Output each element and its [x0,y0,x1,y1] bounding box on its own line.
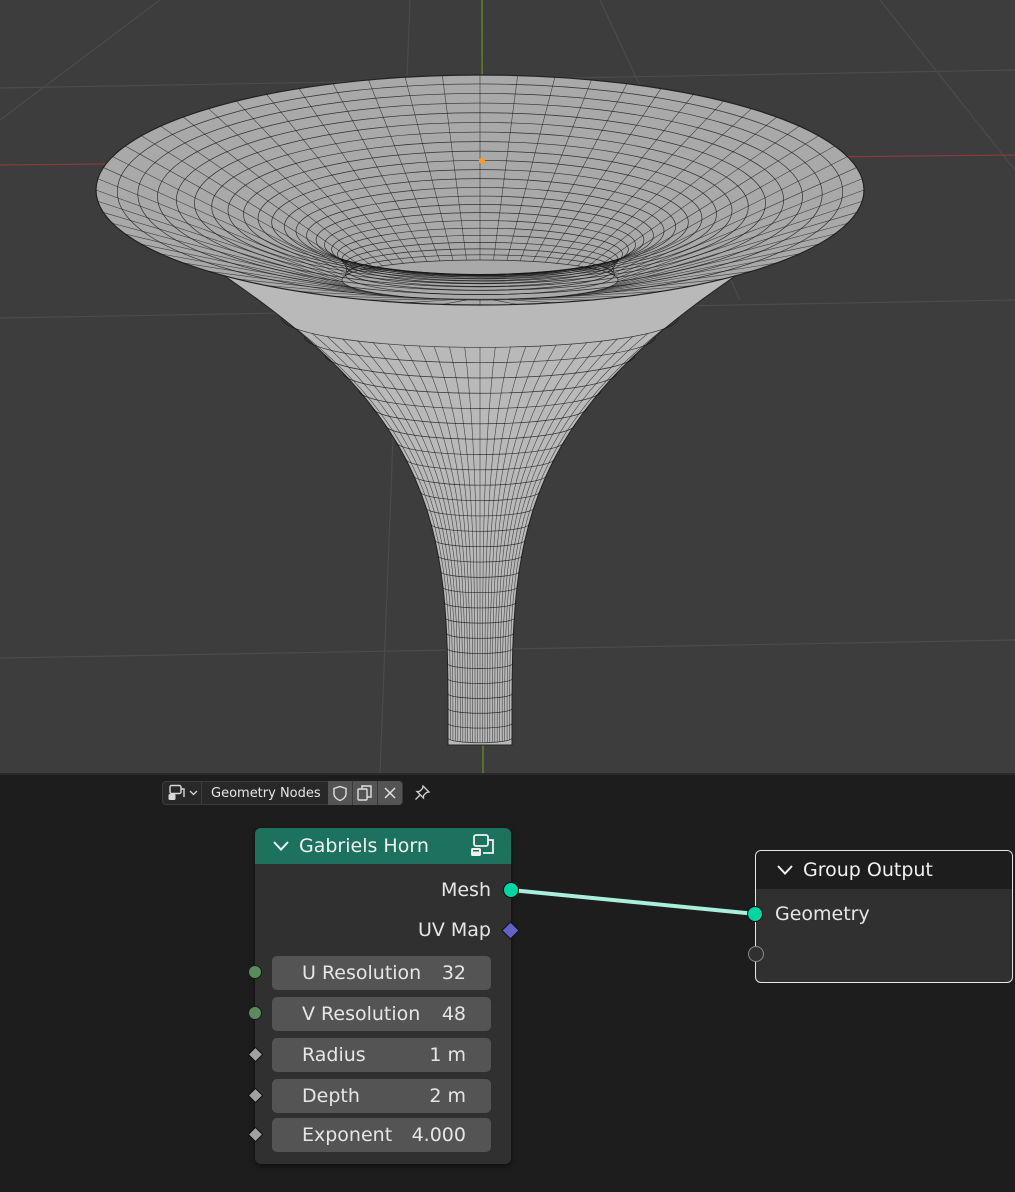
duplicate-tree-button[interactable] [353,781,378,805]
output-socket-mesh[interactable] [503,882,519,898]
editor-type-dropdown[interactable] [162,781,202,805]
pin-icon [415,784,431,800]
depth-field[interactable]: Depth 2 m [272,1079,491,1113]
empty-input-socket[interactable] [748,946,764,962]
output-label-uv-map: UV Map [417,919,491,941]
field-value: 1 m [429,1044,466,1066]
node-link-mesh-geometry[interactable] [509,888,758,916]
field-value: 4.000 [411,1124,466,1146]
radius-field[interactable]: Radius 1 m [272,1038,491,1072]
field-value: 48 [441,1003,466,1025]
viewport-canvas[interactable] [0,0,1015,773]
duplicate-icon [357,785,372,801]
exponent-field[interactable]: Exponent 4.000 [272,1118,491,1152]
group-output-node[interactable]: Group Output Geometry [747,850,1013,983]
input-label-geometry: Geometry [775,903,870,925]
grid-line [0,0,161,121]
chevron-down-icon [189,790,197,796]
node-group-icon[interactable] [469,833,497,859]
collapse-chevron-icon[interactable] [776,864,794,876]
field-label: Exponent [302,1124,393,1146]
origin-point [479,158,485,164]
gabriels-horn-node[interactable]: Gabriels Horn Mesh UV Map U Resolution 3… [247,828,520,1164]
shield-icon [333,785,347,801]
field-label: U Resolution [302,962,422,984]
pin-button[interactable] [410,781,434,805]
node-header[interactable]: Group Output [756,851,1012,889]
input-socket-u-resolution[interactable] [248,965,262,979]
field-label: V Resolution [302,1003,421,1025]
3d-viewport[interactable] [0,0,1015,773]
unlink-tree-button[interactable] [378,781,403,805]
node-title: Group Output [803,859,933,881]
input-socket-geometry[interactable] [747,906,763,922]
grid-line [879,0,1015,171]
node-tree-icon [168,784,185,800]
v-resolution-field[interactable]: V Resolution 48 [272,997,491,1031]
node-tree-name-field[interactable]: Geometry Nodes [202,781,328,805]
output-label-mesh: Mesh [440,879,491,901]
u-resolution-field[interactable]: U Resolution 32 [272,956,491,990]
close-icon [384,787,396,799]
field-label: Depth [302,1085,360,1107]
fake-user-button[interactable] [328,781,353,805]
input-socket-v-resolution[interactable] [248,1006,262,1020]
node-title: Gabriels Horn [299,835,429,857]
field-value: 2 m [429,1085,466,1107]
field-value: 32 [441,962,466,984]
node-editor[interactable]: Geometry Nodes Gabriels Horn Mesh UV Map… [0,775,1015,1192]
collapse-chevron-icon[interactable] [272,840,290,852]
field-label: Radius [302,1044,366,1066]
node-tree-name: Geometry Nodes [211,785,321,801]
node-header[interactable]: Gabriels Horn [255,828,511,864]
